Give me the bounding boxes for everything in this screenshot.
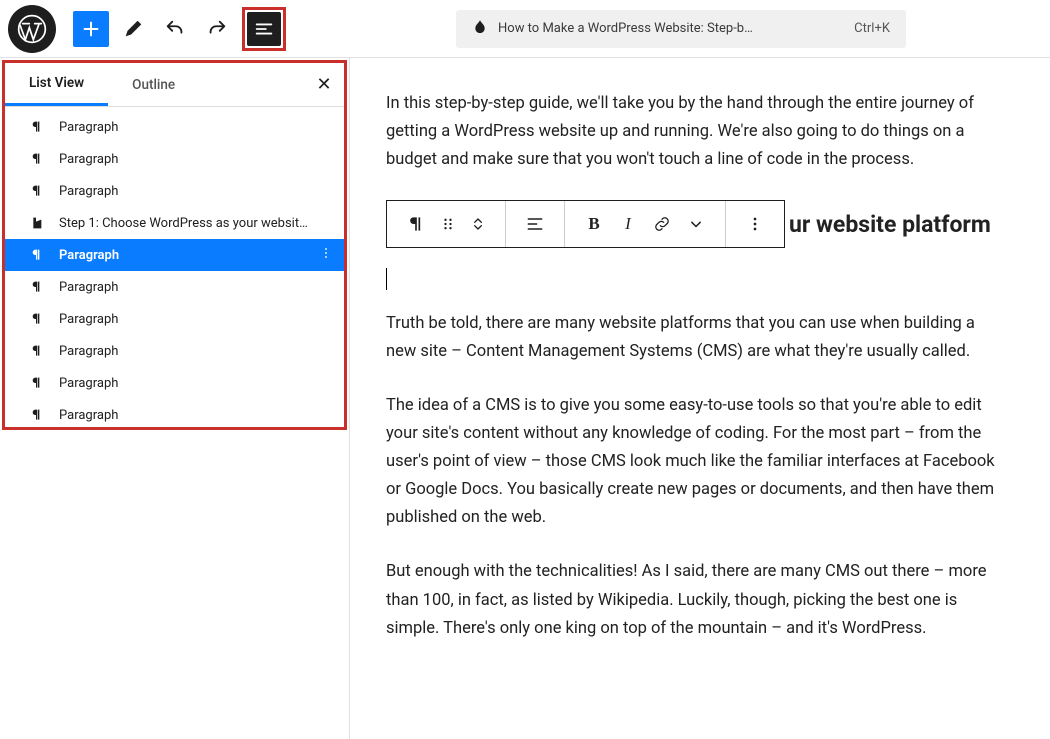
list-view-item[interactable]: Paragraph <box>5 367 344 399</box>
align-button[interactable] <box>522 211 548 237</box>
list-view-item[interactable]: Paragraph <box>5 303 344 335</box>
block-options-button[interactable] <box>742 211 768 237</box>
paragraph-block[interactable]: The idea of a CMS is to give you some ea… <box>386 392 1004 532</box>
list-view-item[interactable]: Paragraph <box>5 111 344 143</box>
list-view-item-label: Paragraph <box>59 376 118 391</box>
close-panel-button[interactable]: ✕ <box>304 65 344 105</box>
panel-tabs: List View Outline ✕ <box>5 63 344 107</box>
chevrons-icon <box>468 214 488 234</box>
undo-icon <box>164 18 186 40</box>
chevron-down-icon <box>686 214 706 234</box>
wordpress-icon <box>16 13 48 45</box>
paragraph-block-icon <box>29 279 47 295</box>
editor-top-toolbar: How to Make a WordPress Website: Step-b…… <box>0 0 1050 58</box>
block-list-view: Paragraph Paragraph Paragraph Step 1: Choos… <box>5 107 344 427</box>
document-overview-highlight <box>242 7 286 51</box>
document-title-bar[interactable]: How to Make a WordPress Website: Step-b…… <box>456 10 906 48</box>
paragraph-block-icon <box>29 311 47 327</box>
paragraph-block[interactable]: Truth be told, there are many website pl… <box>386 310 1004 366</box>
document-title: How to Make a WordPress Website: Step-b… <box>498 21 753 36</box>
block-toolbar: B I <box>386 200 785 248</box>
drag-icon <box>438 214 458 234</box>
wordpress-logo[interactable] <box>8 5 56 53</box>
list-view-item[interactable]: Paragraph <box>5 335 344 367</box>
list-view-item-label: Paragraph <box>59 408 118 423</box>
heading-text-fragment[interactable]: ur website platform <box>789 205 991 244</box>
paragraph-block-icon <box>29 247 47 263</box>
list-view-item-label: Paragraph <box>59 344 118 359</box>
list-view-item[interactable]: Paragraph <box>5 399 344 427</box>
list-view-item-label: Paragraph <box>59 280 118 295</box>
editor-canvas[interactable]: In this step-by-step guide, we'll take y… <box>349 58 1050 739</box>
list-view-item-label: Paragraph <box>59 312 118 327</box>
document-overview-panel-highlight: List View Outline ✕ ParagraphParagraphPa… <box>2 60 347 430</box>
list-view-item[interactable]: Paragraph <box>5 239 344 271</box>
list-view-item-label: Paragraph <box>59 152 118 167</box>
kebab-icon <box>745 214 765 234</box>
undo-button[interactable] <box>157 11 193 47</box>
drag-handle[interactable] <box>437 211 459 237</box>
list-view-item[interactable]: Paragraph <box>5 143 344 175</box>
paragraph-block[interactable]: In this step-by-step guide, we'll take y… <box>386 90 1004 174</box>
item-options-button[interactable] <box>318 245 334 265</box>
list-view-item-label: Step 1: Choose WordPress as your website… <box>59 216 309 231</box>
tab-list-view[interactable]: List View <box>5 63 108 106</box>
heading-block-icon <box>29 215 47 231</box>
pencil-icon <box>122 18 144 40</box>
plus-icon <box>80 18 102 40</box>
list-view-item[interactable]: Step 1: Choose WordPress as your website… <box>5 207 344 239</box>
redo-icon <box>206 18 228 40</box>
bold-button[interactable]: B <box>581 211 607 237</box>
paragraph-block[interactable]: But enough with the technicalities! As I… <box>386 558 1004 642</box>
tab-outline[interactable]: Outline <box>108 63 199 106</box>
more-rich-text-button[interactable] <box>683 211 709 237</box>
paragraph-block-icon <box>29 343 47 359</box>
list-view-item[interactable]: Paragraph <box>5 175 344 207</box>
link-button[interactable] <box>649 211 675 237</box>
list-view-item-label: Paragraph <box>59 184 118 199</box>
pen-icon <box>472 19 488 39</box>
list-view-item[interactable]: Paragraph <box>5 271 344 303</box>
italic-button[interactable]: I <box>615 211 641 237</box>
heading-block-with-toolbar: B I ur website platform <box>386 200 1004 248</box>
redo-button[interactable] <box>199 11 235 47</box>
paragraph-block-icon <box>29 407 47 423</box>
paragraph-icon <box>406 214 426 234</box>
document-overview-button[interactable] <box>247 12 281 46</box>
paragraph-block-icon <box>29 183 47 199</box>
add-block-button[interactable] <box>73 11 109 47</box>
link-icon <box>652 214 672 234</box>
paragraph-block-icon <box>29 375 47 391</box>
paragraph-block-icon <box>29 151 47 167</box>
list-view-item-label: Paragraph <box>59 120 118 135</box>
text-caret <box>386 268 387 290</box>
paragraph-block-icon <box>29 119 47 135</box>
list-view-item-label: Paragraph <box>59 248 119 263</box>
move-buttons[interactable] <box>467 211 489 237</box>
align-left-icon <box>525 214 545 234</box>
list-view-icon <box>253 18 275 40</box>
tools-button[interactable] <box>115 11 151 47</box>
block-type-button[interactable] <box>403 211 429 237</box>
command-shortcut: Ctrl+K <box>854 21 890 36</box>
